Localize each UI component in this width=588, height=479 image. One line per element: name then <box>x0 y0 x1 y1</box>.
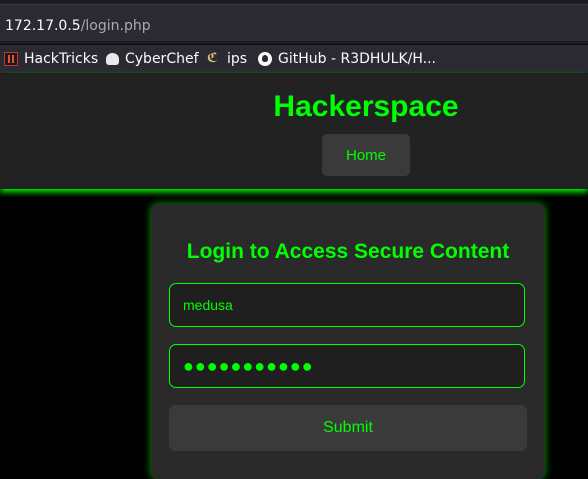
hacktricks-icon <box>4 52 18 66</box>
submit-button[interactable]: Submit <box>169 405 527 451</box>
bookmarks-bar: HackTricks CyberChef ℭ ips GitHub - R3DH… <box>0 45 588 74</box>
login-card: Login to Access Secure Content medusa ●●… <box>151 204 545 479</box>
bookmark-github[interactable]: GitHub - R3DHULK/H... <box>258 50 436 68</box>
bookmark-cyberchef[interactable]: CyberChef <box>106 50 199 68</box>
url-host: 172.17.0.5 <box>5 18 81 34</box>
url-path: /login.php <box>80 18 151 34</box>
bookmark-hacktricks[interactable]: HackTricks <box>4 50 98 68</box>
address-bar[interactable]: 172.17.0.5/login.php <box>0 4 588 41</box>
browser-toolbar: 172.17.0.5/login.php <box>0 0 588 45</box>
site-header: Hackerspace Home <box>0 74 588 189</box>
password-input[interactable]: ●●●●●●●●●●● <box>169 344 525 388</box>
bookmark-label: HackTricks <box>24 51 99 67</box>
bookmark-label: GitHub - R3DHULK/H... <box>278 51 436 67</box>
login-heading: Login to Access Secure Content <box>186 240 510 263</box>
url-text[interactable]: 172.17.0.5/login.php <box>5 18 151 34</box>
nav-home-button[interactable]: Home <box>322 134 410 176</box>
bookmark-label: CyberChef <box>125 51 199 67</box>
github-icon <box>258 52 272 66</box>
username-input[interactable]: medusa <box>169 283 525 327</box>
site-title: Hackerspace <box>273 90 459 123</box>
ips-icon: ℭ <box>207 51 218 66</box>
bookmark-label: ips <box>227 51 248 67</box>
cyberchef-icon <box>106 53 119 65</box>
bookmark-ips[interactable]: ℭ ips <box>207 50 247 68</box>
